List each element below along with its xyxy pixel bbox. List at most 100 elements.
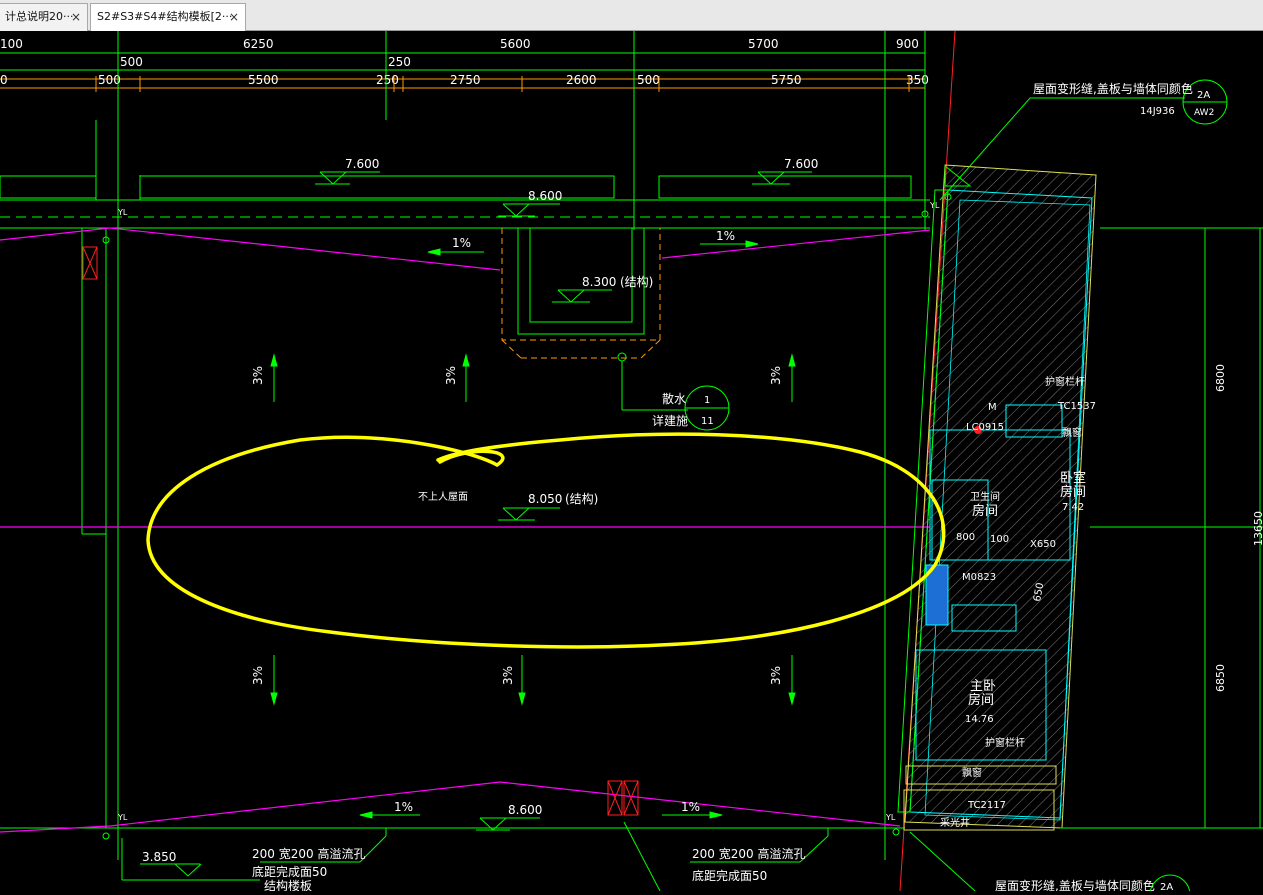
dim-second: 500 [637,73,660,87]
overflow-note: 底距完成面50 [252,864,327,879]
elevation-markers [140,171,812,877]
right-dim-texts: 6800 6850 13650 [1214,364,1263,692]
callout-text: 屋面变形缝,盖板与墙体同颜色 [995,878,1155,891]
elevation-note: (结构) [620,274,653,289]
document-tab-bar: 计总说明20··· × S2#S3#S4#结构模板[2··· × [0,0,1263,31]
overflow-note: 底距完成面50 [692,868,767,883]
room-label: 卫生间 [970,490,1000,503]
drain-note: 散水 [662,391,686,406]
slope-arrows [270,240,796,819]
room-label: 7.42 [1062,502,1084,513]
callout-ref: AW2 [1194,108,1214,118]
ref-number: 1 [704,395,710,406]
tab-design-notes[interactable]: 计总说明20··· × [0,3,88,31]
tab-structure-template[interactable]: S2#S3#S4#结构模板[2··· × [90,3,246,31]
overflow-texts: 200 宽200 高溢流孔 底距完成面50 结构楼板 200 宽200 高溢流孔… [252,846,805,893]
room-label: 房间 [972,503,998,519]
dim-top: 5600 [500,37,531,51]
ridge-lines [0,227,931,833]
room-label: 卧室 [1060,470,1086,486]
dim-top: 6250 [243,37,274,51]
callout-ref: 2A [1197,90,1210,101]
dim-second: 5500 [248,73,279,87]
callout-bottom: 屋面变形缝,盖板与墙体同颜色 2A [909,831,1191,895]
roof-type-note: 不上人屋面 [418,491,468,503]
slope-label: 3% [251,366,265,385]
yl-label: YL [117,813,128,822]
dim-right: 6850 [1214,664,1227,692]
room-label: 护窗栏杆 [1045,375,1085,388]
dim-second: 2750 [450,73,481,87]
elevation-label: 8.300 [582,275,616,289]
dim-offset: 250 [388,55,411,69]
room-label: 800 [956,532,975,543]
dim-top: 100 [0,37,23,51]
tab-label: 计总说明20··· [5,10,74,23]
room-label: 房间 [968,692,994,708]
slope-label: 1% [681,800,700,814]
dim-top: 5700 [748,37,779,51]
elevation-label: 3.850 [142,850,176,864]
callout-text: 屋面变形缝,盖板与墙体同颜色 [1033,81,1193,96]
room-label: TC2117 [967,800,1006,811]
close-icon[interactable]: × [71,4,81,30]
room-label: M0823 [962,572,996,583]
dim-top: 900 [896,37,919,51]
slope-texts: 1% 1% 3% 3% 3% 3% 3% 3% 1% 1% [251,229,783,814]
overflow-note: 200 宽200 高溢流孔 [692,846,805,861]
right-dimensions [1060,227,1263,829]
rain-pipe-markers [102,210,929,840]
dim-second: 5750 [771,73,802,87]
dim-second: 0 [0,73,8,87]
dim-right: 13650 [1252,511,1263,546]
room-label: X650 [1030,539,1056,550]
overflow-note: 200 宽200 高溢流孔 [252,846,365,861]
slope-label: 1% [394,800,413,814]
dim-right: 6800 [1214,364,1227,392]
elevation-label: 8.600 [528,189,562,203]
dim-second: 250 [376,73,399,87]
slope-label: 3% [501,666,515,685]
cad-drawing-canvas[interactable]: 100 6250 5600 5700 900 500 250 0 500 550… [0,30,1263,895]
dim-offset: 500 [120,55,143,69]
yl-label: YL [885,813,896,822]
yl-labels: YL YL YL YL [117,201,940,822]
slope-label: 3% [444,366,458,385]
yellow-freehand-annotation [146,432,946,649]
callout-ref: 2A [1160,882,1173,891]
room-label: LC0915 [966,422,1004,433]
room-label: TC1537 [1057,401,1096,412]
elevation-note: (结构) [565,491,598,506]
room-label: 主卧 [970,679,996,694]
roof-plan-drawing[interactable]: 100 6250 5600 5700 900 500 250 0 500 550… [0,30,1263,895]
close-icon[interactable]: × [229,4,239,30]
callout-std: 14J936 [1140,106,1175,117]
slope-label: 1% [452,236,471,250]
elevation-texts: 7.600 7.600 8.600 8.300 (结构) 8.050 (结构) … [142,157,818,864]
dim-second: 2600 [566,73,597,87]
room-label: M [988,402,997,413]
elevation-label: 8.600 [508,803,542,817]
elevation-label: 8.050 [528,492,562,506]
elevation-label: 7.600 [784,157,818,171]
reference-circle-icon: 1 11 [684,385,730,431]
slope-label: 1% [716,229,735,243]
yl-label: YL [117,208,128,217]
room-label: 飘窗 [962,766,982,779]
slope-label: 3% [769,666,783,685]
slope-label: 3% [251,666,265,685]
slope-label: 3% [769,366,783,385]
room-label: 飘窗 [1062,426,1082,439]
tab-label: S2#S3#S4#结构模板[2··· [97,10,233,23]
dim-second: 500 [98,73,121,87]
room-label: 100 [990,534,1009,545]
room-label: 14.76 [965,714,994,725]
room-label: 护窗栏杆 [985,736,1025,749]
room-label: 房间 [1060,484,1086,500]
room-label: 采光井 [940,816,970,829]
drain-note: 详建施 [652,413,688,428]
ref-number: 11 [701,416,714,427]
overflow-note: 结构楼板 [264,878,312,891]
drain-grates [82,246,639,816]
elevation-label: 7.600 [345,157,379,171]
